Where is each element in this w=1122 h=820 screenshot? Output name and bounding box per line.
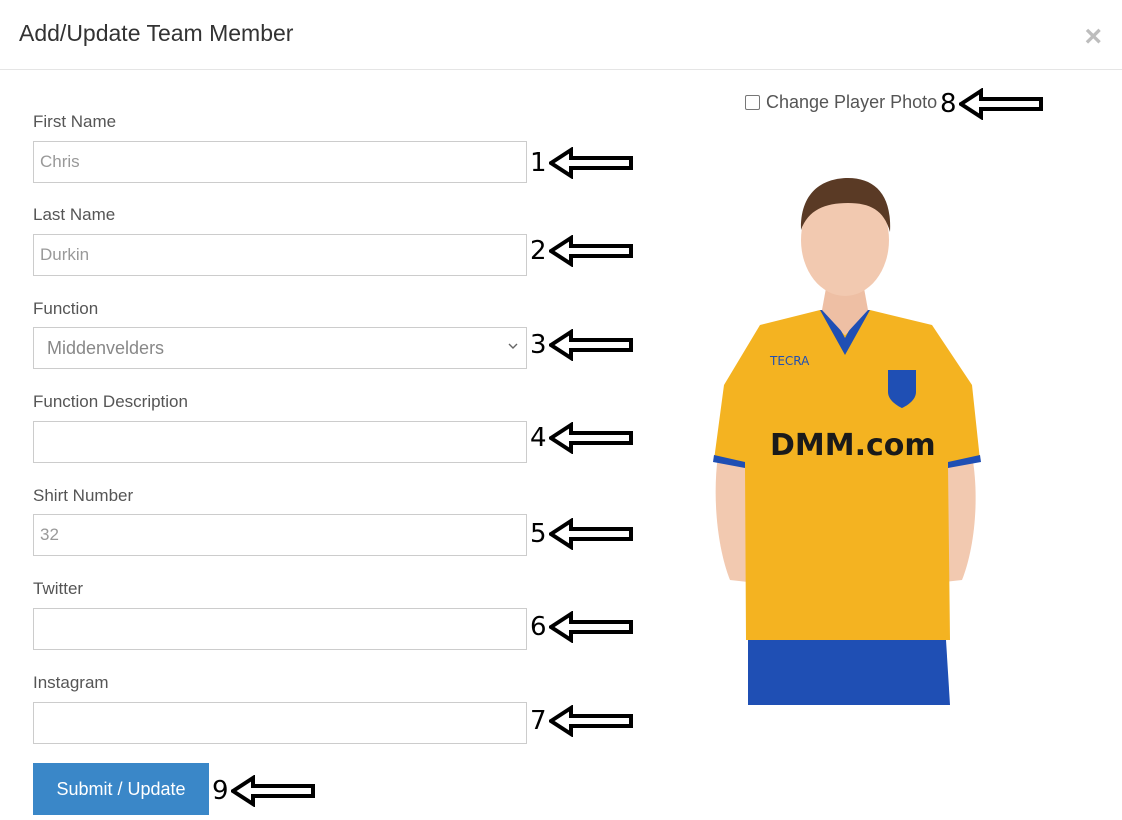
annotation-7: 7 <box>530 705 633 737</box>
annotation-number: 8 <box>940 89 957 119</box>
twitter-label: Twitter <box>33 579 84 598</box>
last-name-input[interactable]: Durkin <box>33 234 527 276</box>
left-arrow-icon <box>548 235 633 267</box>
left-arrow-icon <box>548 705 633 737</box>
annotation-3: 3 <box>530 329 633 361</box>
left-arrow-icon <box>548 611 633 643</box>
function-description-input[interactable] <box>33 421 527 463</box>
change-photo-checkbox[interactable] <box>745 95 760 110</box>
player-shorts <box>748 640 950 705</box>
close-icon[interactable]: × <box>1084 22 1102 52</box>
left-arrow-icon <box>548 147 633 179</box>
annotation-6: 6 <box>530 611 633 643</box>
left-arrow-icon <box>548 518 633 550</box>
annotation-4: 4 <box>530 422 633 454</box>
change-photo-toggle[interactable]: Change Player Photo <box>745 92 937 113</box>
annotation-number: 3 <box>530 330 547 360</box>
shirt-number-input[interactable]: 32 <box>33 514 527 556</box>
annotation-9: 9 <box>212 775 315 807</box>
annotation-number: 9 <box>212 776 229 806</box>
function-select[interactable]: Middenvelders <box>33 327 527 369</box>
annotation-2: 2 <box>530 235 633 267</box>
annotation-5: 5 <box>530 518 633 550</box>
function-selected-value: Middenvelders <box>47 338 165 358</box>
annotation-number: 1 <box>530 148 547 178</box>
first-name-label: First Name <box>33 112 117 131</box>
modal-header: Add/Update Team Member × <box>0 0 1122 70</box>
function-label: Function <box>33 299 99 318</box>
function-description-label: Function Description <box>33 392 188 411</box>
left-arrow-icon <box>548 422 633 454</box>
left-arrow-icon <box>230 775 315 807</box>
twitter-input[interactable] <box>33 608 527 650</box>
annotation-1: 1 <box>530 147 633 179</box>
player-photo: DMM.com TECRA <box>713 178 981 705</box>
left-arrow-icon <box>958 88 1043 120</box>
annotation-number: 2 <box>530 236 547 266</box>
annotation-8: 8 <box>940 88 1043 120</box>
submit-update-button[interactable]: Submit / Update <box>33 763 209 815</box>
first-name-input[interactable]: Chris <box>33 141 527 183</box>
jersey-brand: TECRA <box>769 354 810 368</box>
annotation-number: 6 <box>530 612 547 642</box>
modal-title: Add/Update Team Member <box>19 20 294 46</box>
annotation-number: 7 <box>530 706 547 736</box>
player-left-arm <box>715 455 748 582</box>
annotation-number: 4 <box>530 423 547 453</box>
last-name-label: Last Name <box>33 205 116 224</box>
left-arrow-icon <box>548 329 633 361</box>
chevron-down-icon <box>508 343 518 349</box>
jersey-sponsor: DMM.com <box>770 428 936 463</box>
player-jersey <box>714 310 980 640</box>
annotation-number: 5 <box>530 519 547 549</box>
instagram-label: Instagram <box>33 673 109 692</box>
change-photo-label: Change Player Photo <box>766 92 938 112</box>
shirt-number-label: Shirt Number <box>33 486 134 505</box>
instagram-input[interactable] <box>33 702 527 744</box>
